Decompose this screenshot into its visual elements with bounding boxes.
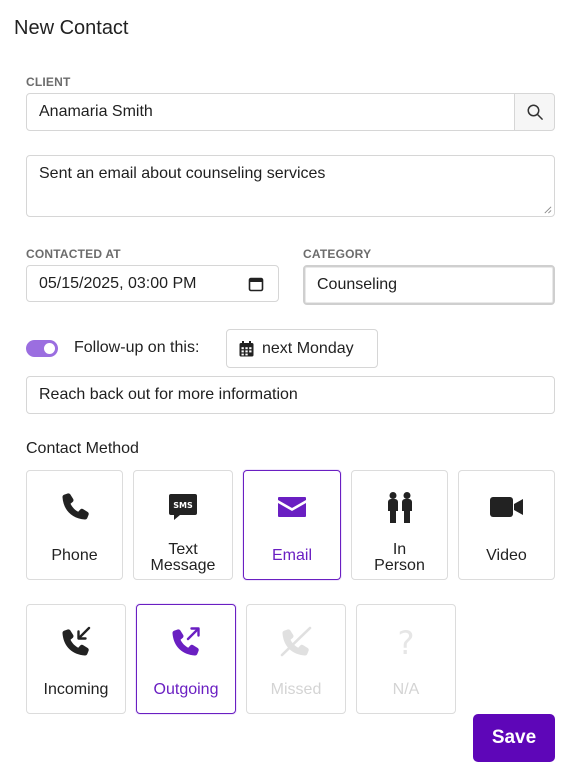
- save-button[interactable]: Save: [473, 714, 555, 762]
- resize-handle-icon[interactable]: [543, 205, 552, 214]
- direction-label: N/A: [392, 681, 420, 698]
- method-option-video[interactable]: Video: [458, 470, 555, 580]
- direction-label: Missed: [270, 681, 322, 698]
- category-value: Counseling: [317, 276, 398, 293]
- incoming-call-icon: [62, 626, 91, 656]
- method-option-text-message[interactable]: SMS Text Message: [133, 470, 233, 580]
- direction-option-incoming[interactable]: Incoming: [26, 604, 126, 714]
- follow-up-when: next Monday: [262, 339, 354, 357]
- method-label: Text: [168, 541, 198, 558]
- note-textarea[interactable]: Sent an email about counseling services: [26, 155, 555, 217]
- contacted-at-input[interactable]: 05/15/2025, 03:00 PM: [26, 265, 279, 302]
- client-label: CLIENT: [26, 75, 71, 89]
- method-label: Email: [271, 547, 312, 564]
- direction-option-na: ? N/A: [356, 604, 456, 714]
- follow-up-note-value: Reach back out for more information: [39, 386, 298, 403]
- contacted-at-label: CONTACTED AT: [26, 247, 121, 261]
- method-option-in-person[interactable]: In Person: [351, 470, 448, 580]
- svg-text:SMS: SMS: [173, 501, 193, 510]
- client-value: Anamaria Smith: [39, 103, 153, 120]
- page-title: New Contact: [14, 17, 129, 39]
- contact-method-heading: Contact Method: [26, 440, 139, 457]
- direction-label: Incoming: [43, 681, 109, 698]
- calendar-icon: [239, 340, 254, 356]
- method-label: Phone: [51, 547, 98, 564]
- note-value: Sent an email about counseling services: [39, 165, 326, 182]
- people-icon: [387, 492, 412, 523]
- envelope-icon: [278, 497, 306, 517]
- contacted-at-value: 05/15/2025, 03:00 PM: [39, 274, 197, 292]
- follow-up-label: Follow-up on this:: [74, 339, 200, 356]
- client-search-button[interactable]: [514, 93, 555, 131]
- follow-up-note-input[interactable]: Reach back out for more information: [26, 376, 555, 414]
- method-option-phone[interactable]: Phone: [26, 470, 123, 580]
- toggle-knob: [44, 343, 55, 354]
- question-mark-icon: ?: [398, 625, 415, 659]
- method-label: In: [392, 541, 407, 558]
- follow-up-date-button[interactable]: next Monday: [226, 329, 378, 368]
- svg-text:?: ?: [398, 625, 415, 659]
- phone-icon: [61, 493, 89, 520]
- direction-option-missed: Missed: [246, 604, 346, 714]
- method-option-email[interactable]: Email: [243, 470, 341, 580]
- direction-label: Outgoing: [153, 681, 219, 698]
- client-input[interactable]: Anamaria Smith: [26, 93, 515, 131]
- category-select[interactable]: Counseling: [303, 265, 555, 305]
- video-camera-icon: [489, 497, 523, 517]
- method-label-line2: Message: [150, 557, 216, 574]
- direction-option-outgoing[interactable]: Outgoing: [136, 604, 236, 714]
- method-label-line2: Person: [374, 557, 425, 574]
- category-label: CATEGORY: [303, 247, 372, 261]
- sms-icon: SMS: [169, 494, 197, 520]
- search-icon: [527, 104, 543, 120]
- outgoing-call-icon: [172, 627, 200, 656]
- missed-call-icon: [280, 626, 312, 657]
- calendar-icon[interactable]: [248, 276, 264, 292]
- method-label: Video: [486, 547, 527, 564]
- follow-up-toggle[interactable]: [26, 340, 58, 357]
